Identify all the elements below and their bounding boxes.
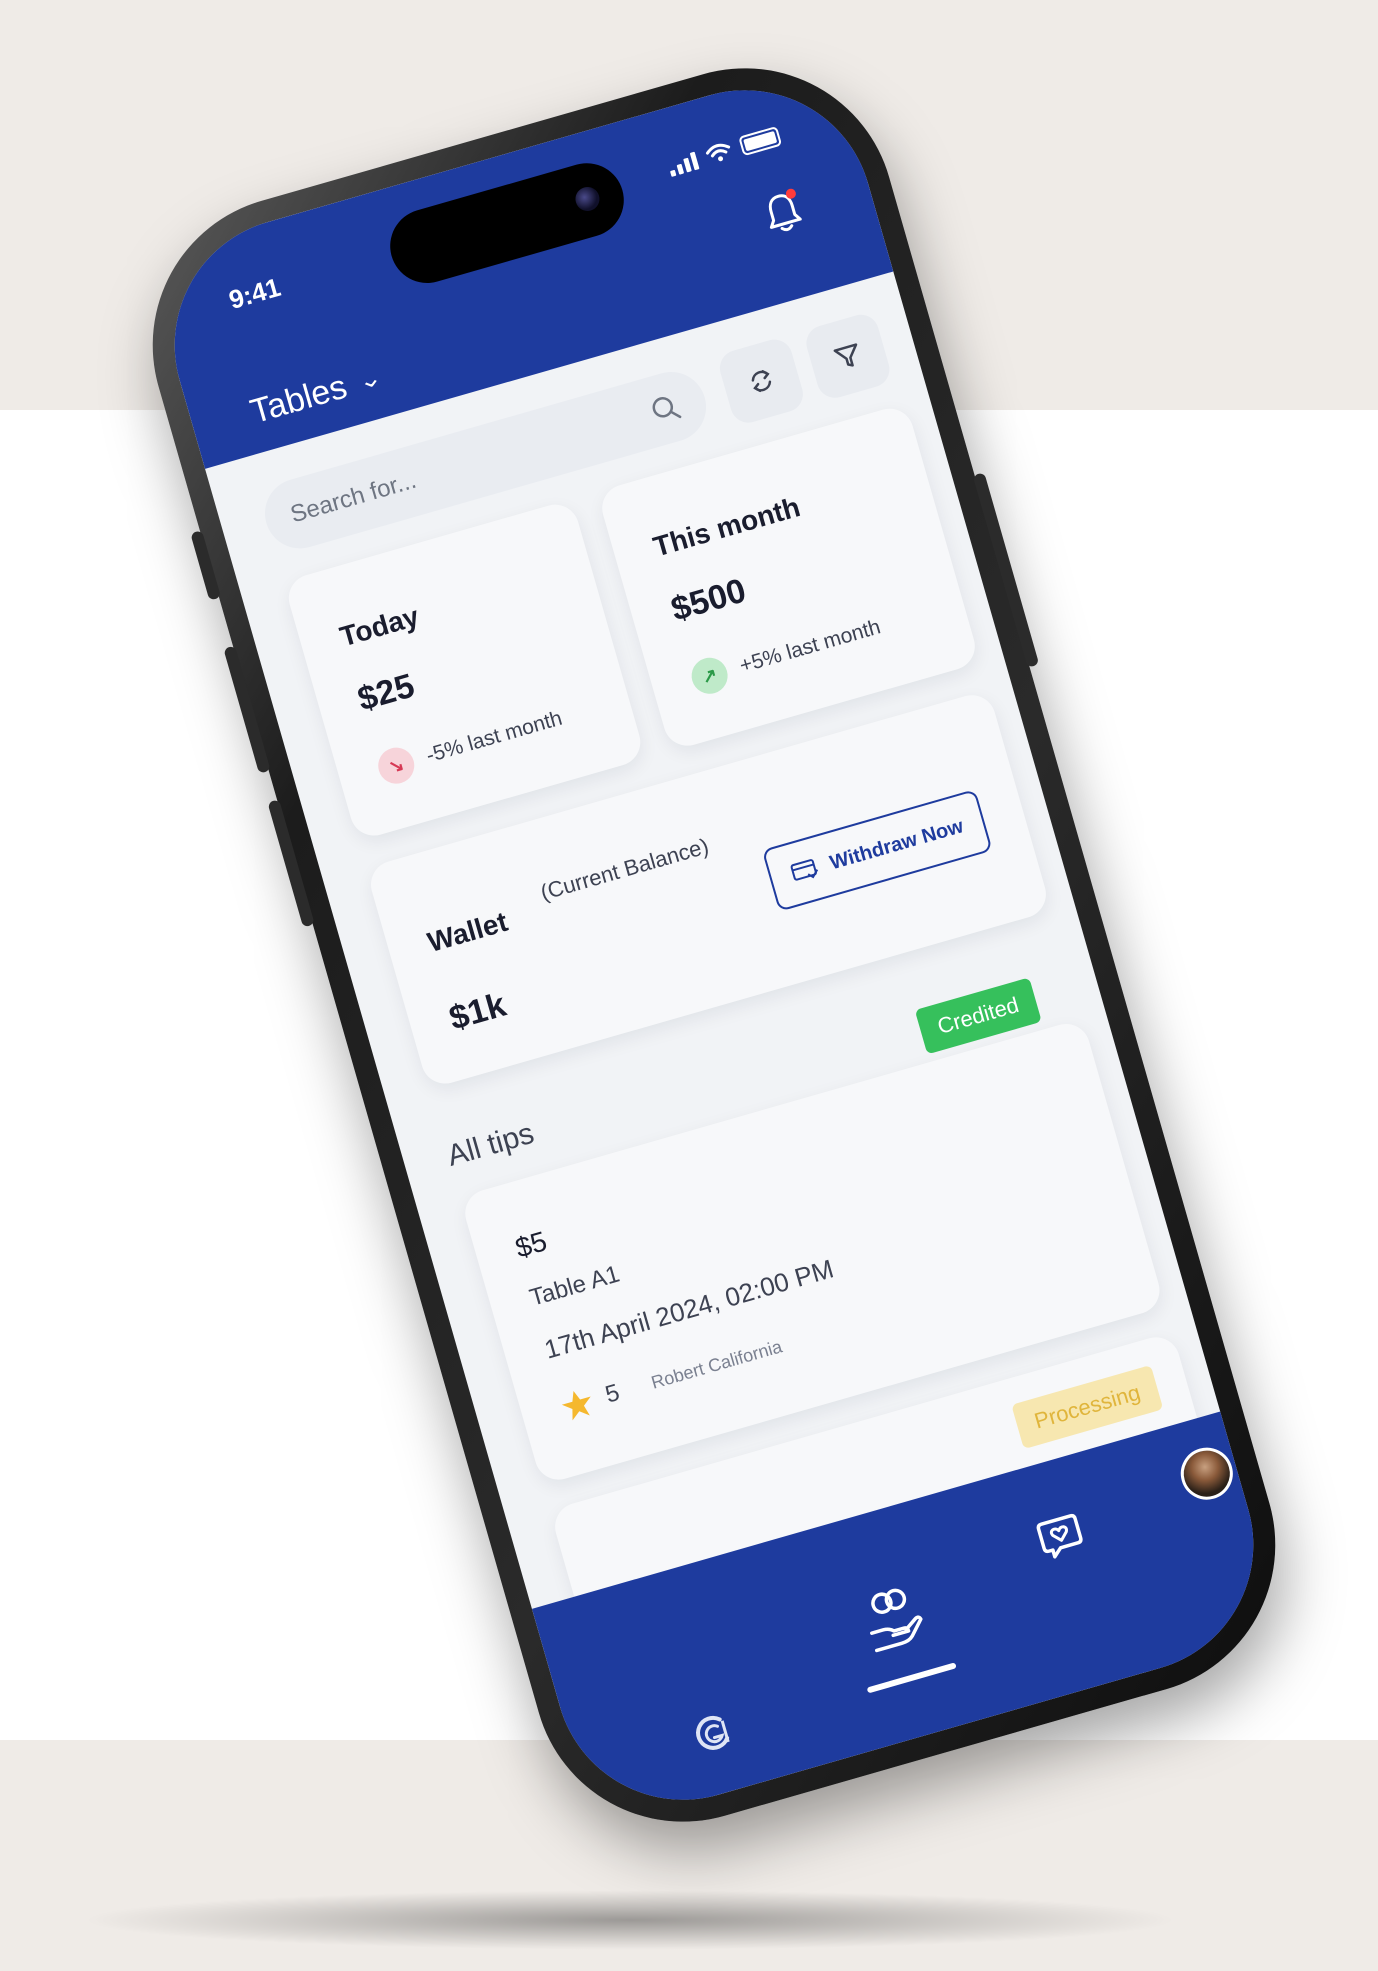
month-label: This month [649, 491, 804, 563]
today-trend: ↘ -5% last month [373, 701, 567, 788]
page-title: Tables [246, 367, 352, 432]
tip-customer: Robert California [648, 1335, 785, 1393]
signal-icon [666, 150, 700, 177]
withdraw-label: Withdraw Now [827, 814, 966, 874]
today-value: $25 [353, 666, 419, 719]
hand-tip-icon [870, 1588, 923, 1653]
tab-tips[interactable] [849, 1571, 938, 1667]
tip-table: Table A1 [526, 1260, 623, 1312]
chevron-down-icon: ⌄ [355, 363, 386, 395]
filter-button[interactable] [802, 310, 894, 403]
credited-badge: Credited [914, 977, 1042, 1055]
arrow-down-right-icon: ↘ [373, 743, 419, 788]
refresh-icon [751, 370, 772, 393]
tip-rating: 5 [602, 1379, 623, 1409]
today-label: Today [336, 600, 423, 653]
month-earnings-card[interactable]: This month $500 ↗ +5% last month [596, 403, 981, 752]
month-trend-text: +5% last month [737, 615, 884, 678]
front-camera [572, 184, 603, 214]
tab-profile[interactable] [1174, 1441, 1239, 1506]
all-tips-heading: All tips [443, 1116, 538, 1173]
bell-icon [768, 194, 802, 232]
tab-messages[interactable] [1023, 1499, 1097, 1573]
today-earnings-card[interactable]: Today $25 ↘ -5% last month [283, 498, 646, 842]
status-icons [666, 125, 783, 177]
active-tab-indicator [866, 1662, 957, 1694]
status-time: 9:41 [225, 271, 284, 315]
card-transfer-icon [790, 858, 819, 881]
notification-bell-button[interactable] [758, 187, 809, 240]
wallet-amount: $1k [445, 985, 511, 1038]
wallet-title: Wallet [424, 905, 511, 959]
withdraw-now-button[interactable]: Withdraw Now [762, 788, 993, 912]
gratuity-logo-icon [696, 1715, 730, 1750]
month-value: $500 [666, 571, 751, 629]
action-button [190, 530, 222, 601]
chat-heart-icon [1036, 1513, 1083, 1559]
arrow-up-right-icon: ↗ [687, 653, 732, 699]
today-trend-text: -5% last month [423, 706, 565, 768]
dynamic-island [381, 154, 633, 292]
tab-home[interactable] [676, 1697, 750, 1771]
wallet-subtitle: (Current Balance) [537, 833, 712, 906]
wifi-icon [705, 143, 731, 162]
star-icon [561, 1391, 591, 1421]
sync-button[interactable] [715, 335, 808, 427]
filter-icon [833, 343, 858, 367]
profile-avatar [1174, 1441, 1239, 1506]
tip-amount: $5 [511, 1225, 551, 1264]
tables-dropdown[interactable]: Tables ⌄ [246, 358, 386, 432]
month-trend: ↗ +5% last month [687, 610, 885, 699]
phone-shadow [80, 1890, 1180, 1950]
battery-icon [738, 125, 783, 157]
